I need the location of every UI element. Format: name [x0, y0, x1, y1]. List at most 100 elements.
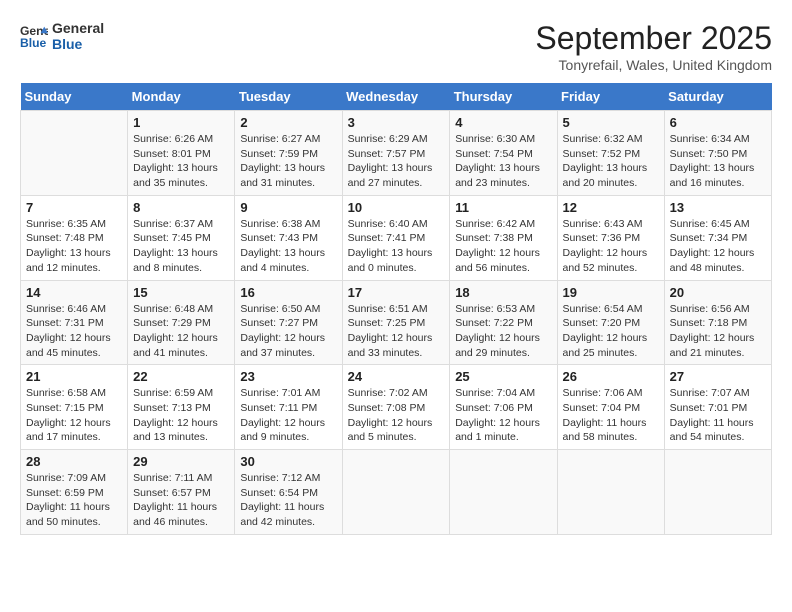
day-info: Sunrise: 7:01 AMSunset: 7:11 PMDaylight:…: [240, 386, 336, 445]
day-info: Sunrise: 6:38 AMSunset: 7:43 PMDaylight:…: [240, 217, 336, 276]
day-info: Sunrise: 6:58 AMSunset: 7:15 PMDaylight:…: [26, 386, 122, 445]
day-number: 9: [240, 200, 336, 215]
calendar-cell: 15 Sunrise: 6:48 AMSunset: 7:29 PMDayligh…: [128, 280, 235, 365]
day-number: 15: [133, 285, 229, 300]
day-info: Sunrise: 6:53 AMSunset: 7:22 PMDaylight:…: [455, 302, 551, 361]
day-info: Sunrise: 6:27 AMSunset: 7:59 PMDaylight:…: [240, 132, 336, 191]
week-row-3: 14 Sunrise: 6:46 AMSunset: 7:31 PMDayligh…: [21, 280, 772, 365]
day-number: 22: [133, 369, 229, 384]
day-info: Sunrise: 6:46 AMSunset: 7:31 PMDaylight:…: [26, 302, 122, 361]
weekday-header-thursday: Thursday: [450, 83, 557, 111]
calendar-cell: 26 Sunrise: 7:06 AMSunset: 7:04 PMDayligh…: [557, 365, 664, 450]
calendar-cell: 14 Sunrise: 6:46 AMSunset: 7:31 PMDayligh…: [21, 280, 128, 365]
calendar-cell: 27 Sunrise: 7:07 AMSunset: 7:01 PMDayligh…: [664, 365, 771, 450]
day-number: 20: [670, 285, 766, 300]
day-info: Sunrise: 6:30 AMSunset: 7:54 PMDaylight:…: [455, 132, 551, 191]
calendar-cell: 24 Sunrise: 7:02 AMSunset: 7:08 PMDayligh…: [342, 365, 450, 450]
day-info: Sunrise: 7:06 AMSunset: 7:04 PMDaylight:…: [563, 386, 659, 445]
calendar-cell: 3 Sunrise: 6:29 AMSunset: 7:57 PMDaylight…: [342, 111, 450, 196]
logo-icon: General Blue: [20, 22, 48, 50]
day-info: Sunrise: 6:54 AMSunset: 7:20 PMDaylight:…: [563, 302, 659, 361]
week-row-2: 7 Sunrise: 6:35 AMSunset: 7:48 PMDaylight…: [21, 195, 772, 280]
calendar-cell: 21 Sunrise: 6:58 AMSunset: 7:15 PMDayligh…: [21, 365, 128, 450]
day-info: Sunrise: 6:45 AMSunset: 7:34 PMDaylight:…: [670, 217, 766, 276]
calendar-cell: 8 Sunrise: 6:37 AMSunset: 7:45 PMDaylight…: [128, 195, 235, 280]
calendar-cell: 16Sunrise: 6:50 AMSunset: 7:27 PMDayligh…: [235, 280, 342, 365]
day-number: 23: [240, 369, 336, 384]
location: Tonyrefail, Wales, United Kingdom: [535, 57, 772, 73]
calendar-cell: 9 Sunrise: 6:38 AMSunset: 7:43 PMDaylight…: [235, 195, 342, 280]
calendar-cell: 10 Sunrise: 6:40 AMSunset: 7:41 PMDayligh…: [342, 195, 450, 280]
day-number: 12: [563, 200, 659, 215]
day-number: 18: [455, 285, 551, 300]
calendar-cell: 20 Sunrise: 6:56 AMSunset: 7:18 PMDayligh…: [664, 280, 771, 365]
day-info: Sunrise: 6:56 AMSunset: 7:18 PMDaylight:…: [670, 302, 766, 361]
day-number: 5: [563, 115, 659, 130]
calendar-cell: 5 Sunrise: 6:32 AMSunset: 7:52 PMDaylight…: [557, 111, 664, 196]
day-number: 19: [563, 285, 659, 300]
calendar-cell: 1 Sunrise: 6:26 AMSunset: 8:01 PMDaylight…: [128, 111, 235, 196]
calendar-cell: 29 Sunrise: 7:11 AMSunset: 6:57 PMDayligh…: [128, 450, 235, 535]
day-number: 1: [133, 115, 229, 130]
day-info: Sunrise: 6:40 AMSunset: 7:41 PMDaylight:…: [348, 217, 445, 276]
calendar-cell: 28Sunrise: 7:09 AMSunset: 6:59 PMDayligh…: [21, 450, 128, 535]
day-info: Sunrise: 6:59 AMSunset: 7:13 PMDaylight:…: [133, 386, 229, 445]
day-number: 24: [348, 369, 445, 384]
weekday-header-sunday: Sunday: [21, 83, 128, 111]
day-info: Sunrise: 6:42 AMSunset: 7:38 PMDaylight:…: [455, 217, 551, 276]
day-info: Sunrise: 7:12 AMSunset: 6:54 PMDaylight:…: [240, 471, 336, 530]
calendar-cell: [450, 450, 557, 535]
logo-line1: General: [52, 20, 104, 36]
weekday-header-wednesday: Wednesday: [342, 83, 450, 111]
calendar-cell: 22 Sunrise: 6:59 AMSunset: 7:13 PMDayligh…: [128, 365, 235, 450]
day-number: 29: [133, 454, 229, 469]
day-info: Sunrise: 6:48 AMSunset: 7:29 PMDaylight:…: [133, 302, 229, 361]
day-info: Sunrise: 6:34 AMSunset: 7:50 PMDaylight:…: [670, 132, 766, 191]
calendar-cell: 19 Sunrise: 6:54 AMSunset: 7:20 PMDayligh…: [557, 280, 664, 365]
day-info: Sunrise: 7:11 AMSunset: 6:57 PMDaylight:…: [133, 471, 229, 530]
page-header: General Blue General Blue September 2025…: [20, 20, 772, 73]
day-number: 3: [348, 115, 445, 130]
day-number: 7: [26, 200, 122, 215]
day-number: 26: [563, 369, 659, 384]
calendar-cell: 11 Sunrise: 6:42 AMSunset: 7:38 PMDayligh…: [450, 195, 557, 280]
day-number: 6: [670, 115, 766, 130]
day-info: Sunrise: 6:26 AMSunset: 8:01 PMDaylight:…: [133, 132, 229, 191]
day-number: 8: [133, 200, 229, 215]
calendar-cell: 4 Sunrise: 6:30 AMSunset: 7:54 PMDaylight…: [450, 111, 557, 196]
day-number: 2: [240, 115, 336, 130]
day-info: Sunrise: 6:35 AMSunset: 7:48 PMDaylight:…: [26, 217, 122, 276]
calendar-cell: [557, 450, 664, 535]
day-info: Sunrise: 6:37 AMSunset: 7:45 PMDaylight:…: [133, 217, 229, 276]
day-number: 10: [348, 200, 445, 215]
day-info: Sunrise: 7:07 AMSunset: 7:01 PMDaylight:…: [670, 386, 766, 445]
week-row-1: 1 Sunrise: 6:26 AMSunset: 8:01 PMDaylight…: [21, 111, 772, 196]
logo-line2: Blue: [52, 36, 104, 52]
calendar-cell: 23 Sunrise: 7:01 AMSunset: 7:11 PMDayligh…: [235, 365, 342, 450]
day-number: 28: [26, 454, 122, 469]
day-number: 11: [455, 200, 551, 215]
day-number: 17: [348, 285, 445, 300]
day-info: Sunrise: 6:29 AMSunset: 7:57 PMDaylight:…: [348, 132, 445, 191]
calendar-cell: 6 Sunrise: 6:34 AMSunset: 7:50 PMDaylight…: [664, 111, 771, 196]
day-number: 14: [26, 285, 122, 300]
calendar-cell: [21, 111, 128, 196]
month-title: September 2025: [535, 20, 772, 57]
day-number: 21: [26, 369, 122, 384]
day-number: 27: [670, 369, 766, 384]
day-number: 25: [455, 369, 551, 384]
weekday-header-tuesday: Tuesday: [235, 83, 342, 111]
calendar-cell: 13Sunrise: 6:45 AMSunset: 7:34 PMDayligh…: [664, 195, 771, 280]
weekday-header-friday: Friday: [557, 83, 664, 111]
weekday-header-monday: Monday: [128, 83, 235, 111]
calendar-cell: 7 Sunrise: 6:35 AMSunset: 7:48 PMDaylight…: [21, 195, 128, 280]
week-row-4: 21 Sunrise: 6:58 AMSunset: 7:15 PMDayligh…: [21, 365, 772, 450]
day-info: Sunrise: 6:43 AMSunset: 7:36 PMDaylight:…: [563, 217, 659, 276]
day-number: 4: [455, 115, 551, 130]
calendar-cell: 17Sunrise: 6:51 AMSunset: 7:25 PMDayligh…: [342, 280, 450, 365]
day-info: Sunrise: 7:02 AMSunset: 7:08 PMDaylight:…: [348, 386, 445, 445]
calendar-cell: 25Sunrise: 7:04 AMSunset: 7:06 PMDayligh…: [450, 365, 557, 450]
day-info: Sunrise: 6:32 AMSunset: 7:52 PMDaylight:…: [563, 132, 659, 191]
calendar-cell: 30Sunrise: 7:12 AMSunset: 6:54 PMDayligh…: [235, 450, 342, 535]
calendar-cell: [664, 450, 771, 535]
